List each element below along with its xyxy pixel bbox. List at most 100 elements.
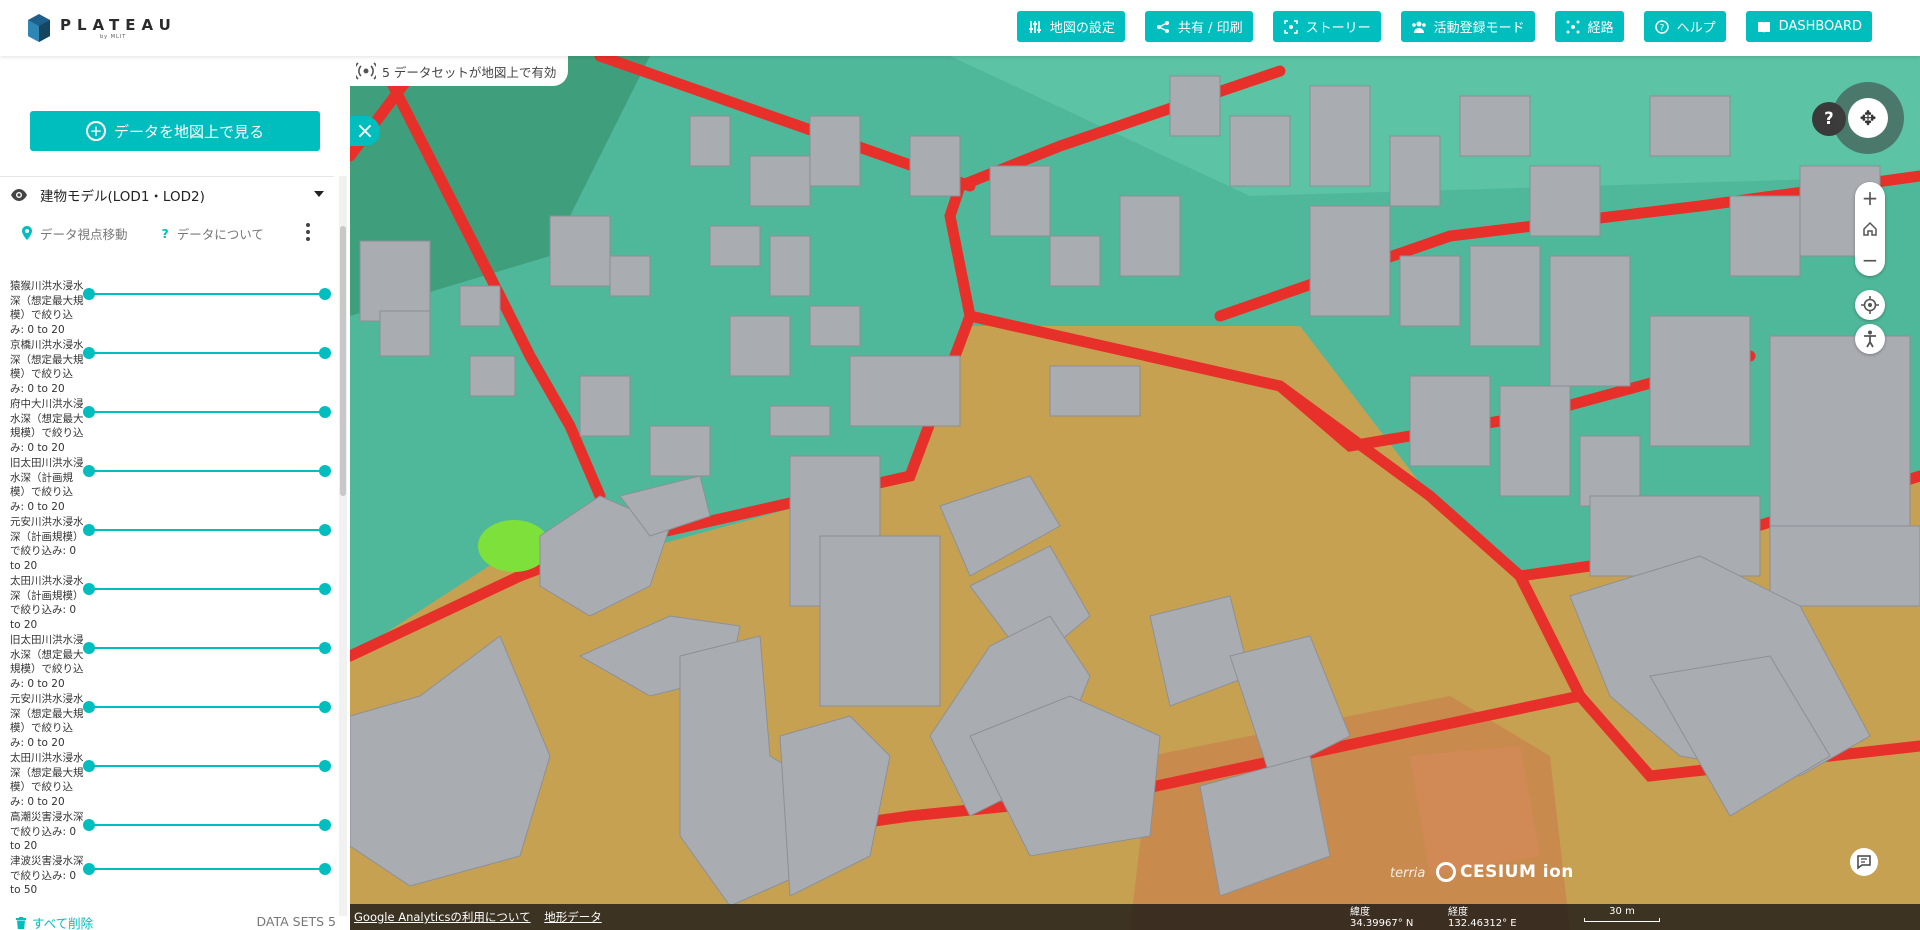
header-nav: 地図の設定 共有 / 印刷 ストーリー 活動登録モード 経路 ? ヘルプ DAS… [1016,11,1872,42]
map-pin-icon [22,226,32,240]
about-data-button[interactable]: ? データについて [162,224,264,243]
activity-mode-label: 活動登録モード [1433,21,1525,36]
filter-slider-max-handle[interactable] [319,760,331,772]
cesium-ion-label: CESIUM ion [1460,862,1574,882]
dashboard-button[interactable]: DASHBOARD [1745,11,1872,42]
scale-bar: 30 m [1584,906,1660,922]
plateau-logo[interactable]: PLATEAU by MLIT [28,10,177,46]
zoom-out-button[interactable]: − [1862,250,1879,270]
filter-slider-min-handle[interactable] [83,760,95,772]
my-location-button[interactable] [1855,290,1885,320]
filter-label: 旧太田川洪水浸水深（計画規模）で絞り込み: 0 to 20 [10,457,84,513]
filter-slider-track[interactable] [88,765,324,767]
map-settings-label: 地図の設定 [1049,21,1115,36]
remove-all-button[interactable]: すべて削除 [16,913,93,930]
filter-label: 太田川洪水浸水深（計画規模）で絞り込み: 0 to 20 [10,575,84,631]
filter-slider-max-handle[interactable] [319,701,331,713]
filter-slider-track[interactable] [88,352,324,354]
zoom-controls: + − [1855,182,1885,276]
chat-icon [1857,855,1871,870]
map-settings-button[interactable]: 地図の設定 [1016,11,1125,42]
zoom-in-button[interactable]: + [1862,188,1879,208]
filter-slider-track[interactable] [88,293,324,295]
3d-city-map[interactable] [350,56,1920,930]
workbench-scrollbar[interactable] [340,226,346,496]
more-options-icon[interactable] [306,223,310,244]
filter-slider-track[interactable] [88,706,324,708]
filter-slider-max-handle[interactable] [319,465,331,477]
filter-item: 元安川洪水浸水深（計画規模）で絞り込み: 0 to 20 [0,511,334,572]
filter-slider-max-handle[interactable] [319,347,331,359]
map-viewer[interactable]: 5 データセットが地図上で有効 × ? ✥ + − terria CESIUM … [350,56,1920,930]
filter-item: 府中大川洪水浸水深（想定最大規模）で絞り込み: 0 to 20 [0,393,334,454]
filter-slider-min-handle[interactable] [83,642,95,654]
filter-slider-track[interactable] [88,588,324,590]
sliders-icon [1027,19,1043,35]
filter-slider-max-handle[interactable] [319,583,331,595]
feedback-button[interactable] [1850,848,1878,876]
filter-slider-max-handle[interactable] [319,406,331,418]
story-button[interactable]: ストーリー [1272,11,1381,42]
scale-bar-line [1584,918,1660,922]
workbench-panel: 建物モデル(LOD1・LOD2) データ視点移動 ? データについて 猿猴川洪水… [0,176,334,916]
filter-item: 猿猴川洪水浸水深（想定最大規模）で絞り込み: 0 to 20 [0,275,334,336]
eye-icon[interactable] [10,186,28,204]
filter-slider-max-handle[interactable] [319,642,331,654]
filter-slider-track[interactable] [88,529,324,531]
share-print-label: 共有 / 印刷 [1177,21,1243,36]
filter-slider-track[interactable] [88,824,324,826]
dataset-header[interactable]: 建物モデル(LOD1・LOD2) [0,177,334,213]
caret-down-icon[interactable] [314,191,324,197]
filter-slider-max-handle[interactable] [319,819,331,831]
filter-item: 京橋川洪水浸水深（想定最大規模）で絞り込み: 0 to 20 [0,334,334,395]
latitude-value: 34.39967° N [1350,918,1414,929]
close-panel-button[interactable]: × [350,116,380,146]
filter-item: 旧太田川洪水浸水深（想定最大規模）で絞り込み: 0 to 20 [0,629,334,690]
cesium-ion-logo[interactable]: CESIUM ion [1436,862,1574,882]
filter-slider-track[interactable] [88,647,324,649]
footer-links: Google Analyticsの利用について 地形データ [354,909,612,925]
compass-control[interactable]: ✥ [1832,82,1904,154]
filter-slider-min-handle[interactable] [83,524,95,536]
longitude-value: 132.46312° E [1448,918,1517,929]
explore-map-data-button[interactable]: + データを地図上で見る [30,111,320,151]
filter-slider-min-handle[interactable] [83,583,95,595]
filter-slider-max-handle[interactable] [319,863,331,875]
help-icon: ? [1654,19,1670,35]
active-datasets-indicator[interactable]: 5 データセットが地図上で有効 [350,56,569,86]
dataset-count: DATA SETS 5 [256,914,336,929]
analytics-link[interactable]: Google Analyticsの利用について [354,910,531,924]
route-button[interactable]: 経路 [1554,11,1624,42]
filter-slider-min-handle[interactable] [83,863,95,875]
filter-label: 元安川洪水浸水深（計画規模）で絞り込み: 0 to 20 [10,516,84,572]
terria-logo[interactable]: terria [1390,866,1425,881]
zoom-to-data-label: データ視点移動 [40,226,128,242]
zoom-to-data-button[interactable]: データ視点移動 [22,224,128,243]
terrain-data-link[interactable]: 地形データ [544,910,602,924]
filter-slider-track[interactable] [88,411,324,413]
filter-slider-track[interactable] [88,470,324,472]
filter-slider-min-handle[interactable] [83,347,95,359]
logo-text: PLATEAU [60,16,177,34]
filter-slider-min-handle[interactable] [83,819,95,831]
logo-subtext: by MLIT [100,34,127,40]
filter-slider-max-handle[interactable] [319,288,331,300]
filter-slider-min-handle[interactable] [83,406,95,418]
filter-slider-max-handle[interactable] [319,524,331,536]
share-icon [1155,19,1171,35]
pan-arrows-icon[interactable]: ✥ [1848,98,1888,138]
share-print-button[interactable]: 共有 / 印刷 [1144,11,1253,42]
dashboard-label: DASHBOARD [1778,19,1862,34]
filter-slider-min-handle[interactable] [83,701,95,713]
help-button[interactable]: ? ヘルプ [1643,11,1726,42]
filter-label: 元安川洪水浸水深（想定最大規模）で絞り込み: 0 to 20 [10,693,84,749]
pedestrian-mode-button[interactable] [1855,324,1885,354]
filter-slider-min-handle[interactable] [83,288,95,300]
book-icon [1756,19,1772,35]
filter-label: 京橋川洪水浸水深（想定最大規模）で絞り込み: 0 to 20 [10,339,84,395]
home-icon[interactable] [1862,221,1878,237]
filter-slider-min-handle[interactable] [83,465,95,477]
activity-mode-button[interactable]: 活動登録モード [1400,11,1535,42]
filter-slider-track[interactable] [88,868,324,870]
dataset-actions: データ視点移動 ? データについて [0,213,334,253]
